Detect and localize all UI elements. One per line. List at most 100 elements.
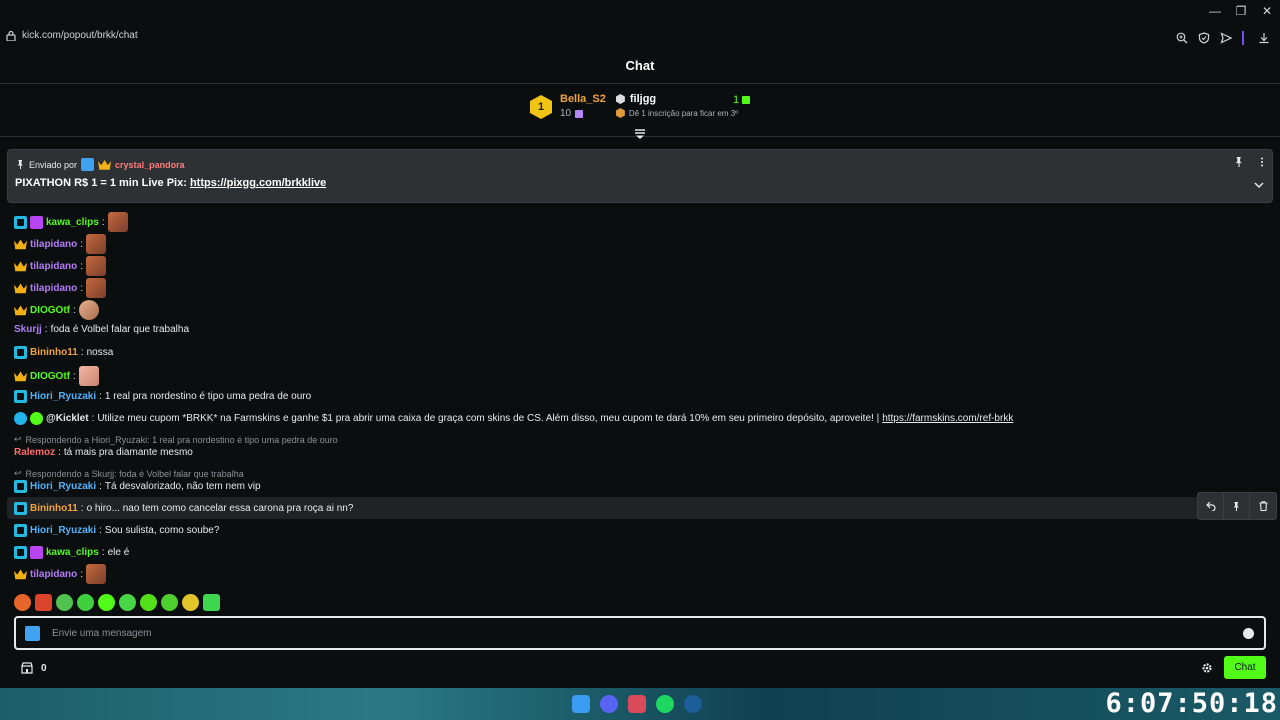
chat-username[interactable]: Hiori_Ryuzaki (30, 481, 96, 492)
close-icon[interactable]: ✕ (1260, 4, 1274, 18)
chat-username[interactable]: @Kicklet (46, 413, 89, 424)
chat-username[interactable]: tilapidano (30, 283, 77, 294)
og-badge-icon (14, 502, 27, 515)
badge-icon[interactable] (25, 626, 40, 641)
chat-username[interactable]: DIOGOtf (30, 371, 70, 382)
delete-button[interactable] (1250, 493, 1276, 519)
emote-icon[interactable] (77, 594, 94, 611)
chat-username[interactable]: Skurjj (14, 324, 42, 335)
minimize-icon[interactable]: — (1208, 4, 1222, 18)
discord-icon[interactable] (600, 695, 618, 713)
og-badge-icon (14, 480, 27, 493)
chat-footer: 0 Chat (0, 652, 1280, 686)
steam-icon[interactable] (684, 695, 702, 713)
reply-icon (1205, 501, 1216, 511)
emote-icon[interactable] (56, 594, 73, 611)
chat-message[interactable]: Bininho11: o hiro... nao tem como cancel… (14, 502, 353, 515)
emoji-icon[interactable] (1243, 628, 1254, 639)
emote-icon (86, 278, 107, 298)
chat-message[interactable]: tilapidano: (14, 278, 107, 298)
chat-text: foda é Volbel falar que trabalha (50, 324, 190, 335)
chat-username[interactable]: tilapidano (30, 261, 77, 272)
chat-username[interactable]: Hiori_Ryuzaki (30, 391, 96, 402)
chat-text: nossa (86, 347, 114, 358)
quick-emote-bar (14, 594, 220, 611)
points-count: 0 (41, 662, 47, 674)
pin-button[interactable] (1224, 493, 1250, 519)
emote-icon[interactable] (14, 594, 31, 611)
emote-icon[interactable] (98, 594, 115, 611)
chat-link[interactable]: https://farmskins.com/ref-brkk (882, 413, 1013, 424)
chat-message[interactable]: tilapidano: (14, 564, 107, 584)
chat-message[interactable]: Bininho11: nossa (14, 346, 113, 359)
pinned-link[interactable]: https://pixgg.com/brkklive (190, 177, 326, 189)
emote-icon[interactable] (140, 594, 157, 611)
message-input[interactable] (52, 625, 1222, 641)
spotify-icon[interactable] (656, 695, 674, 713)
emote-icon[interactable] (182, 594, 199, 611)
unpin-icon[interactable] (1234, 157, 1244, 167)
chat-username[interactable]: DIOGOtf (30, 305, 70, 316)
chevron-down-icon[interactable] (1254, 182, 1264, 188)
chat-username[interactable]: kawa_clips (46, 547, 99, 558)
reply-icon: ↩ (14, 468, 22, 478)
reply-button[interactable] (1198, 493, 1224, 519)
pinned-username[interactable]: crystal_pandora (115, 160, 185, 170)
windows-start-icon[interactable] (572, 695, 590, 713)
chat-username[interactable]: Bininho11 (30, 503, 78, 514)
reply-context[interactable]: ↩ Respondendo a Skurjj: foda é Volbel fal… (14, 468, 244, 479)
emote-icon[interactable] (203, 594, 220, 611)
chat-username[interactable]: Hiori_Ryuzaki (30, 525, 96, 536)
chat-message[interactable]: DIOGOtf: (14, 300, 99, 320)
expand-leaderboard-icon[interactable] (634, 128, 646, 140)
chat-username[interactable]: Bininho11 (30, 347, 78, 358)
subscriber-badge-icon (98, 159, 112, 170)
chat-message[interactable]: tilapidano: (14, 234, 107, 254)
chat-message[interactable]: Hiori_Ryuzaki: 1 real pra nordestino é t… (14, 390, 311, 403)
chat-message[interactable]: Skurjj: foda é Volbel falar que trabalha (14, 324, 189, 335)
og-badge-icon (14, 215, 27, 229)
chat-message[interactable]: Hiori_Ryuzaki: Sou sulista, como soube? (14, 524, 219, 537)
chat-username[interactable]: tilapidano (30, 239, 77, 250)
chat-text: Sou sulista, como soube? (104, 525, 220, 536)
emote-icon[interactable] (161, 594, 178, 611)
emote-icon (86, 234, 107, 254)
emote-icon[interactable] (35, 594, 52, 611)
leader-second-count: 1 (733, 94, 740, 106)
send-icon[interactable] (1220, 32, 1232, 44)
message-input-box[interactable] (14, 616, 1266, 650)
chat-username[interactable]: Ralemoz (14, 447, 55, 458)
moderator-badge-icon (81, 158, 95, 171)
reply-context[interactable]: ↩ Respondendo a Hiori_Ryuzaki: 1 real pra… (14, 434, 338, 445)
window-controls: — ❐ ✕ (1208, 4, 1274, 18)
og-badge-icon (14, 524, 27, 537)
chat-message[interactable]: DIOGOtf: (14, 366, 99, 386)
more-options-icon[interactable] (1260, 157, 1264, 167)
rank-badge: 1 (530, 95, 552, 119)
leader-first-name[interactable]: Bella_S2 (560, 93, 606, 105)
chat-message[interactable]: @Kicklet: Utilize meu cupom *BRKK* na Fa… (14, 412, 1013, 425)
opera-icon[interactable] (628, 695, 646, 713)
send-chat-button[interactable]: Chat (1224, 656, 1266, 679)
trash-icon (1259, 501, 1267, 511)
gear-icon[interactable] (1201, 662, 1213, 674)
chat-message[interactable]: kawa_clips: ele é (14, 546, 129, 559)
pinned-sent-by: Enviado por (29, 159, 78, 170)
restore-icon[interactable]: ❐ (1234, 4, 1248, 18)
leader-second-name[interactable]: filjgg (630, 93, 656, 105)
toolbar-divider (1242, 31, 1244, 45)
zoom-icon[interactable] (1176, 32, 1188, 44)
download-icon[interactable] (1258, 32, 1270, 44)
chat-message[interactable]: Hiori_Ryuzaki: Tá desvalorizado, não tem… (14, 480, 261, 493)
chat-message[interactable]: Ralemoz: tá mais pra diamante mesmo (14, 447, 193, 458)
chat-username[interactable]: tilapidano (30, 569, 77, 580)
store-icon[interactable] (21, 662, 33, 674)
shield-icon[interactable] (1198, 32, 1210, 44)
chat-message[interactable]: tilapidano: (14, 256, 107, 276)
chat-text: Tá desvalorizado, não tem nem vip (104, 481, 261, 492)
chat-message[interactable]: kawa_clips: (14, 212, 128, 232)
pin-icon (17, 160, 23, 169)
address-bar[interactable]: kick.com/popout/brkk/chat (6, 30, 138, 41)
chat-username[interactable]: kawa_clips (46, 217, 99, 228)
emote-icon[interactable] (119, 594, 136, 611)
